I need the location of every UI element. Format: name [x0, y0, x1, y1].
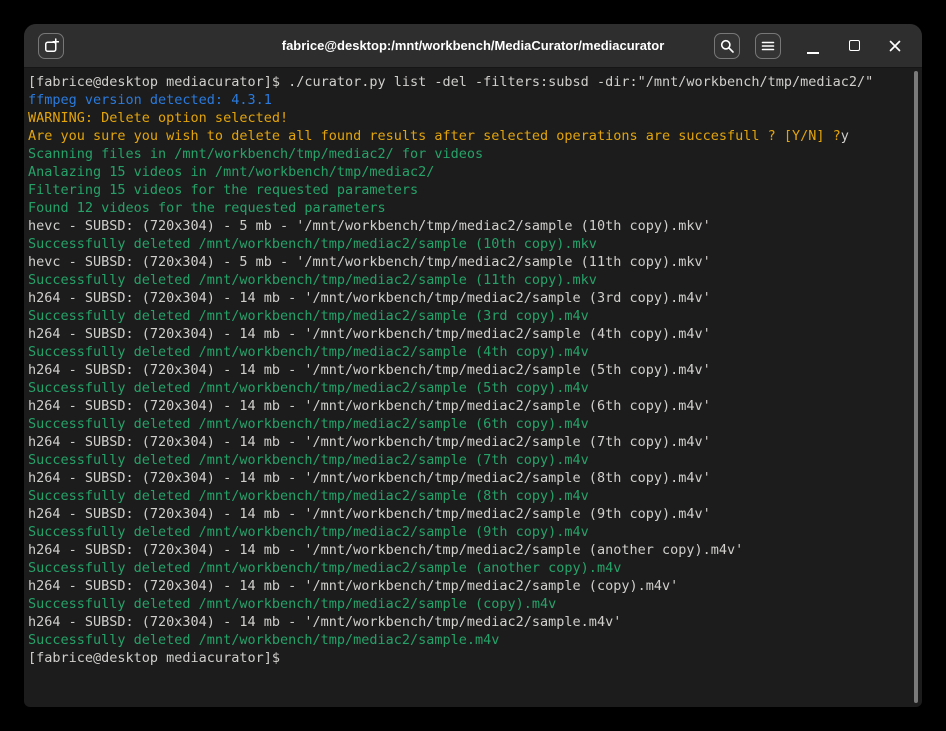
terminal-line: Scanning files in /mnt/workbench/tmp/med… — [28, 145, 904, 163]
terminal-line: h264 - SUBSD: (720x304) - 14 mb - '/mnt/… — [28, 541, 904, 559]
terminal-line: [fabrice@desktop mediacurator]$ ./curato… — [28, 73, 904, 91]
terminal-line: hevc - SUBSD: (720x304) - 5 mb - '/mnt/w… — [28, 217, 904, 235]
terminal-line: Successfully deleted /mnt/workbench/tmp/… — [28, 595, 904, 613]
search-button[interactable] — [714, 33, 740, 59]
terminal-line: h264 - SUBSD: (720x304) - 14 mb - '/mnt/… — [28, 361, 904, 379]
scrollbar[interactable] — [910, 70, 920, 704]
terminal-line: Found 12 videos for the requested parame… — [28, 199, 904, 217]
terminal-line: [fabrice@desktop mediacurator]$ — [28, 649, 904, 667]
maximize-icon — [849, 40, 860, 51]
terminal-line: h264 - SUBSD: (720x304) - 14 mb - '/mnt/… — [28, 469, 904, 487]
terminal-line: h264 - SUBSD: (720x304) - 14 mb - '/mnt/… — [28, 577, 904, 595]
terminal-line: ffmpeg version detected: 4.3.1 — [28, 91, 904, 109]
close-icon — [887, 38, 903, 54]
terminal-line: Analazing 15 videos in /mnt/workbench/tm… — [28, 163, 904, 181]
terminal-line: Successfully deleted /mnt/workbench/tmp/… — [28, 631, 904, 649]
terminal-output: [fabrice@desktop mediacurator]$ ./curato… — [28, 73, 904, 667]
new-tab-button[interactable] — [38, 33, 64, 59]
terminal-line: Are you sure you wish to delete all foun… — [28, 127, 904, 145]
terminal-window: fabrice@desktop:/mnt/workbench/MediaCura… — [24, 24, 922, 707]
header-actions — [714, 33, 908, 59]
terminal-line: Successfully deleted /mnt/workbench/tmp/… — [28, 379, 904, 397]
close-button[interactable] — [882, 33, 908, 59]
terminal-line: Successfully deleted /mnt/workbench/tmp/… — [28, 343, 904, 361]
window-title: fabrice@desktop:/mnt/workbench/MediaCura… — [282, 38, 665, 53]
terminal[interactable]: [fabrice@desktop mediacurator]$ ./curato… — [24, 68, 922, 707]
terminal-line: Successfully deleted /mnt/workbench/tmp/… — [28, 487, 904, 505]
terminal-line: Successfully deleted /mnt/workbench/tmp/… — [28, 271, 904, 289]
terminal-line: Filtering 15 videos for the requested pa… — [28, 181, 904, 199]
terminal-line: h264 - SUBSD: (720x304) - 14 mb - '/mnt/… — [28, 397, 904, 415]
menu-button[interactable] — [755, 33, 781, 59]
terminal-line: h264 - SUBSD: (720x304) - 14 mb - '/mnt/… — [28, 289, 904, 307]
terminal-line: h264 - SUBSD: (720x304) - 14 mb - '/mnt/… — [28, 433, 904, 451]
terminal-line: Successfully deleted /mnt/workbench/tmp/… — [28, 235, 904, 253]
minimize-button[interactable] — [800, 33, 826, 59]
hamburger-menu-icon — [760, 38, 776, 54]
header-bar: fabrice@desktop:/mnt/workbench/MediaCura… — [24, 24, 922, 68]
terminal-line: hevc - SUBSD: (720x304) - 5 mb - '/mnt/w… — [28, 253, 904, 271]
new-tab-icon — [43, 38, 59, 54]
terminal-line: h264 - SUBSD: (720x304) - 14 mb - '/mnt/… — [28, 505, 904, 523]
scrollbar-thumb[interactable] — [914, 71, 918, 703]
terminal-line: Successfully deleted /mnt/workbench/tmp/… — [28, 307, 904, 325]
terminal-line: h264 - SUBSD: (720x304) - 14 mb - '/mnt/… — [28, 613, 904, 631]
terminal-line: Successfully deleted /mnt/workbench/tmp/… — [28, 559, 904, 577]
terminal-line: Successfully deleted /mnt/workbench/tmp/… — [28, 415, 904, 433]
search-icon — [719, 38, 735, 54]
maximize-button[interactable] — [841, 33, 867, 59]
terminal-line: Successfully deleted /mnt/workbench/tmp/… — [28, 451, 904, 469]
minimize-icon — [807, 52, 819, 54]
terminal-line: Successfully deleted /mnt/workbench/tmp/… — [28, 523, 904, 541]
terminal-line: WARNING: Delete option selected! — [28, 109, 904, 127]
terminal-line: h264 - SUBSD: (720x304) - 14 mb - '/mnt/… — [28, 325, 904, 343]
